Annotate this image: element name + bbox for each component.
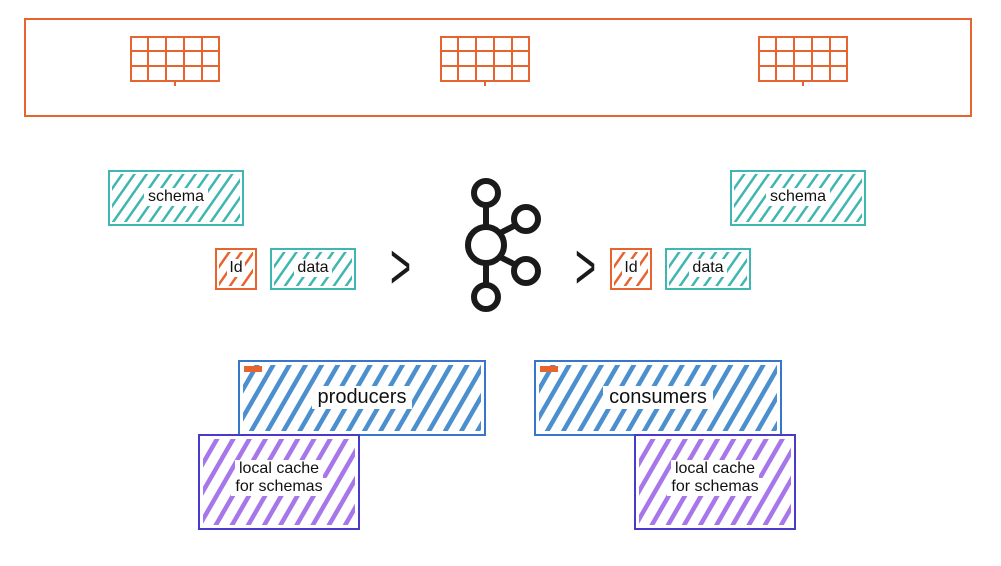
cache-label-line1: local cache	[235, 460, 323, 478]
diagram-stage: schema schema Id data Id data > >	[0, 0, 1001, 566]
schema-label: schema	[144, 188, 208, 206]
consumers-box: consumers	[534, 360, 782, 436]
producers-label: producers	[312, 386, 413, 409]
producers-box: producers	[238, 360, 486, 436]
id-box-left: Id	[215, 248, 257, 290]
table-icon	[758, 36, 848, 86]
local-cache-box-left: local cache for schemas	[198, 434, 360, 530]
schema-box-left: schema	[108, 170, 244, 226]
data-box-left: data	[270, 248, 356, 290]
table-icon	[130, 36, 220, 86]
table-icon	[440, 36, 530, 86]
tab-accent	[244, 366, 262, 372]
data-label: data	[689, 259, 726, 277]
consumers-label: consumers	[603, 386, 713, 409]
local-cache-box-right: local cache for schemas	[634, 434, 796, 530]
id-label: Id	[227, 259, 244, 277]
cache-label-line2: for schemas	[231, 478, 326, 496]
chevron-right-icon: >	[390, 229, 411, 305]
tab-accent	[540, 366, 558, 372]
data-box-right: data	[665, 248, 751, 290]
id-box-right: Id	[610, 248, 652, 290]
schema-label: schema	[766, 188, 830, 206]
chevron-right-icon: >	[575, 229, 596, 305]
kafka-icon	[438, 175, 548, 315]
cache-label-line1: local cache	[671, 460, 759, 478]
cache-label-line2: for schemas	[667, 478, 762, 496]
schema-box-right: schema	[730, 170, 866, 226]
data-label: data	[294, 259, 331, 277]
id-label: Id	[622, 259, 639, 277]
